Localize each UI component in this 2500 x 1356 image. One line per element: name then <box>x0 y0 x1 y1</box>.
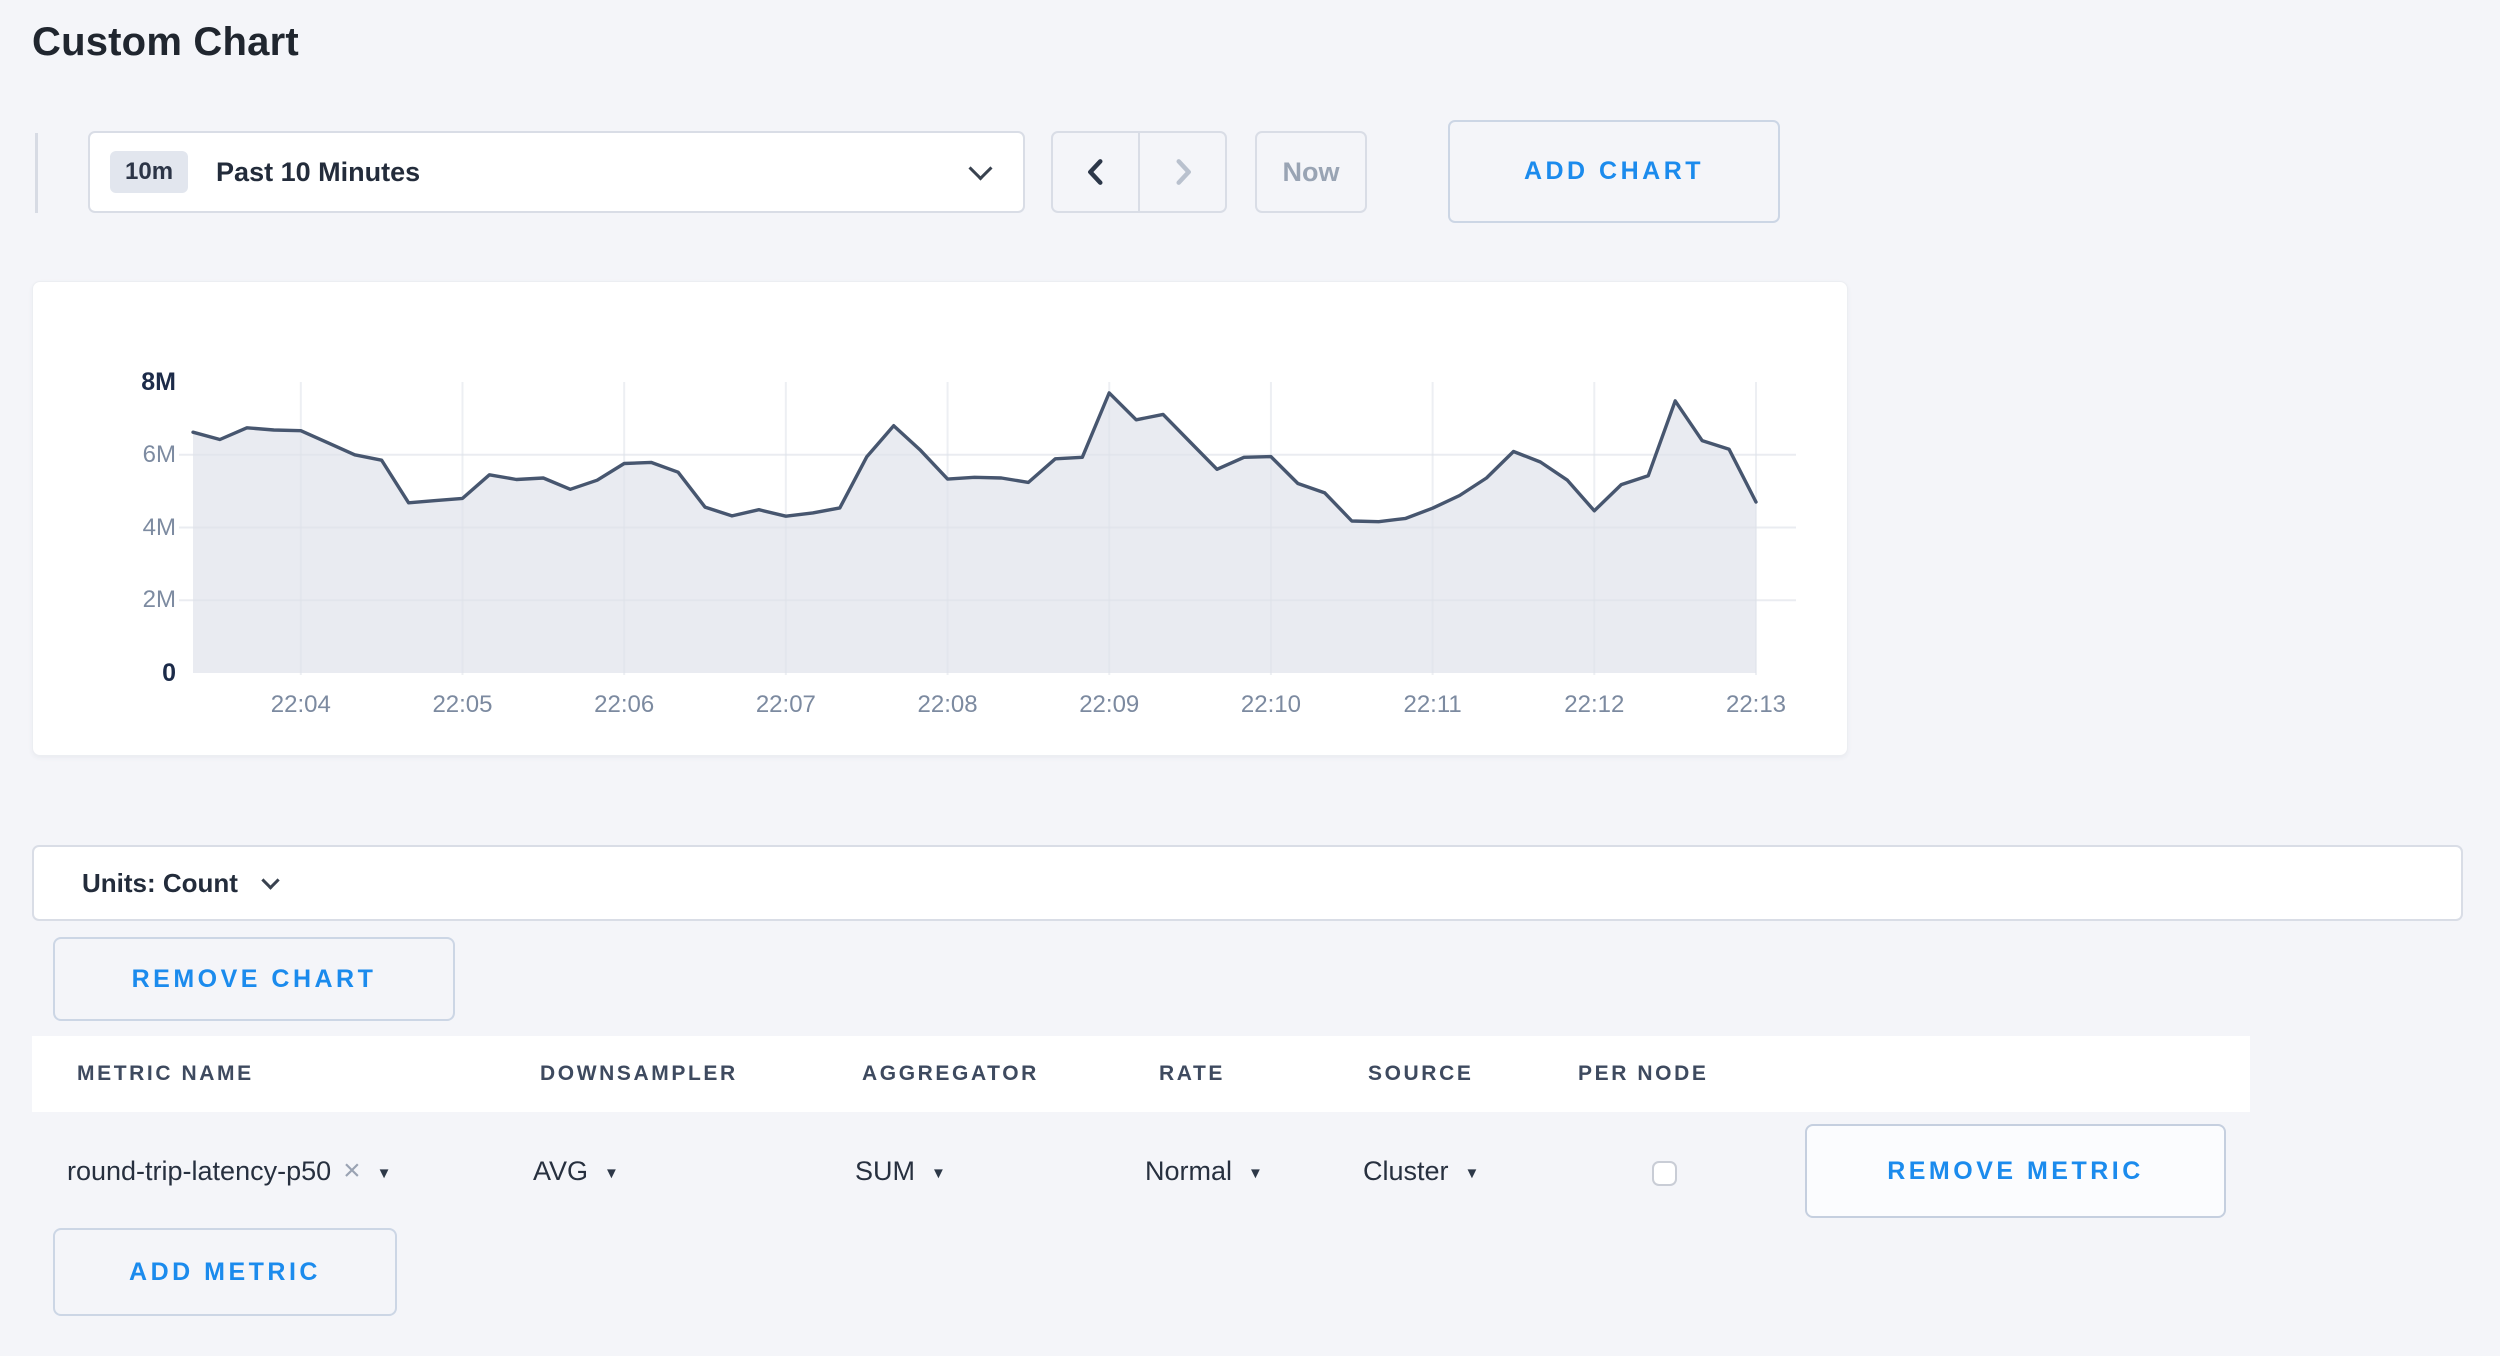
metric-name-value: round-trip-latency-p50 <box>67 1156 331 1187</box>
now-button[interactable]: Now <box>1255 131 1367 213</box>
time-range-dropdown[interactable]: 10m Past 10 Minutes <box>88 131 1025 213</box>
per-node-checkbox[interactable] <box>1652 1161 1677 1186</box>
x-axis-tick-label: 22:08 <box>883 688 1013 722</box>
y-axis-tick-label: 0 <box>73 656 176 690</box>
remove-tag-icon[interactable]: × <box>343 1156 361 1186</box>
rate-value: Normal <box>1145 1156 1232 1187</box>
x-axis-tick-label: 22:13 <box>1691 688 1821 722</box>
add-chart-button[interactable]: ADD CHART <box>1448 120 1780 223</box>
chevron-down-icon <box>261 871 279 889</box>
y-axis-tick-label: 8M <box>73 365 176 399</box>
x-axis-tick-label: 22:07 <box>721 688 851 722</box>
source-value: Cluster <box>1363 1156 1449 1187</box>
units-label: Units: Count <box>82 868 238 899</box>
custom-chart-page: Custom Chart 10m Past 10 Minutes Now ADD… <box>0 0 2500 1356</box>
page-title: Custom Chart <box>32 20 299 65</box>
caret-down-icon: ▼ <box>377 1165 392 1182</box>
column-header-downsampler: DOWNSAMPLER <box>540 1036 738 1112</box>
time-range-label: Past 10 Minutes <box>216 157 420 188</box>
remove-metric-button[interactable]: REMOVE METRIC <box>1805 1124 2226 1218</box>
column-header-source: SOURCE <box>1368 1036 1473 1112</box>
y-axis-tick-label: 2M <box>73 583 176 617</box>
chevron-right-icon <box>1166 155 1200 189</box>
next-time-button[interactable] <box>1138 133 1225 211</box>
aggregator-value: SUM <box>855 1156 915 1187</box>
source-select[interactable]: Cluster ▼ <box>1363 1128 1479 1214</box>
caret-down-icon: ▼ <box>604 1165 619 1182</box>
x-axis-tick-label: 22:12 <box>1529 688 1659 722</box>
chevron-left-icon <box>1079 155 1113 189</box>
metric-name-select[interactable]: round-trip-latency-p50 × ▼ <box>67 1128 392 1214</box>
column-header-aggregator: AGGREGATOR <box>862 1036 1039 1112</box>
timeseries-area-chart[interactable] <box>33 282 1849 757</box>
remove-chart-button[interactable]: REMOVE CHART <box>53 937 455 1021</box>
x-axis-tick-label: 22:11 <box>1368 688 1498 722</box>
prev-time-button[interactable] <box>1053 133 1138 211</box>
units-dropdown[interactable]: Units: Count <box>32 845 2463 921</box>
x-axis-tick-label: 22:05 <box>397 688 527 722</box>
time-step-buttons <box>1051 131 1227 213</box>
x-axis-tick-label: 22:04 <box>236 688 366 722</box>
x-axis-tick-label: 22:10 <box>1206 688 1336 722</box>
y-axis-tick-label: 6M <box>73 438 176 472</box>
caret-down-icon: ▼ <box>931 1165 946 1182</box>
column-header-rate: RATE <box>1159 1036 1225 1112</box>
add-metric-button[interactable]: ADD METRIC <box>53 1228 397 1316</box>
caret-down-icon: ▼ <box>1248 1165 1263 1182</box>
column-header-per-node: PER NODE <box>1578 1036 1709 1112</box>
chevron-down-icon <box>968 156 992 180</box>
downsampler-select[interactable]: AVG ▼ <box>533 1128 619 1214</box>
aggregator-select[interactable]: SUM ▼ <box>855 1128 946 1214</box>
metrics-table-header <box>32 1036 2250 1112</box>
rate-select[interactable]: Normal ▼ <box>1145 1128 1263 1214</box>
chart-card: 22:04 22:05 22:06 22:07 22:08 22:09 22:10 22:11… <box>32 281 1848 756</box>
time-range-badge: 10m <box>110 151 188 193</box>
toolbar-divider <box>35 133 38 213</box>
x-axis-tick-label: 22:06 <box>559 688 689 722</box>
caret-down-icon: ▼ <box>1465 1165 1480 1182</box>
downsampler-value: AVG <box>533 1156 588 1187</box>
x-axis-tick-label: 22:09 <box>1044 688 1174 722</box>
y-axis-tick-label: 4M <box>73 511 176 545</box>
column-header-metric-name: METRIC NAME <box>77 1036 254 1112</box>
